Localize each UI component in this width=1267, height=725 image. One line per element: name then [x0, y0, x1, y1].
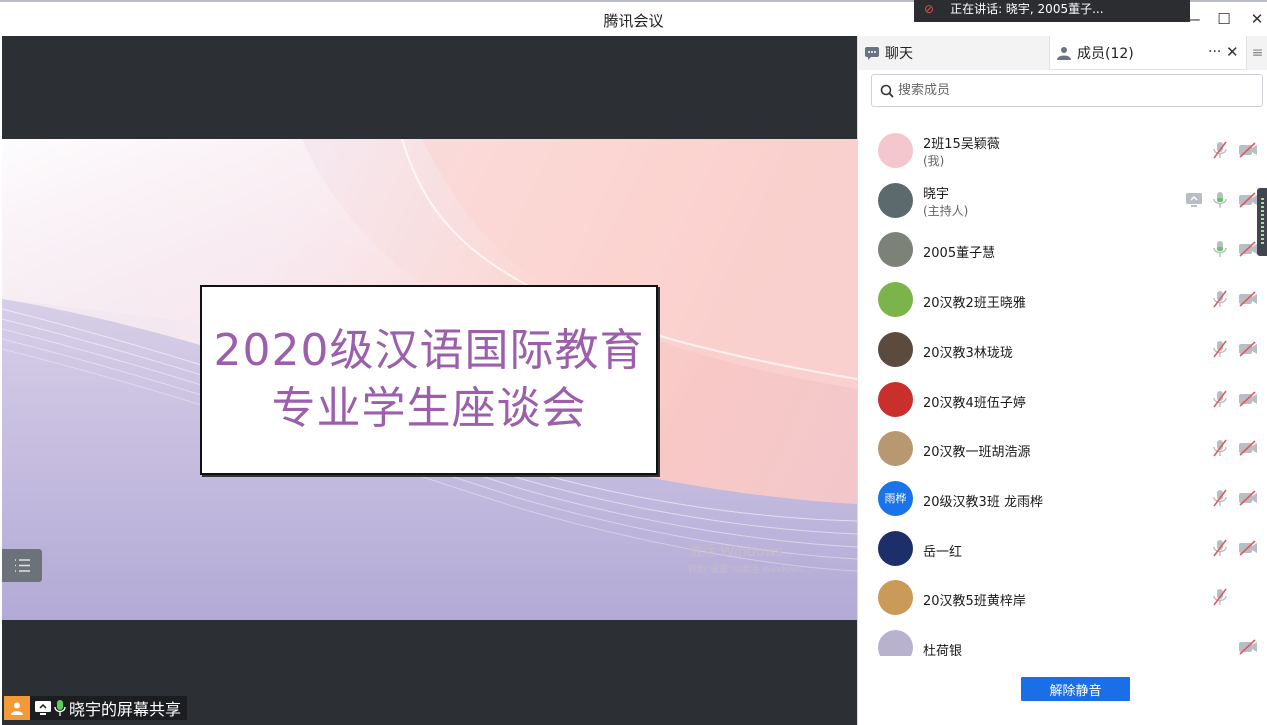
- slide-title-line-1: 2020级汉语国际教育: [213, 325, 645, 376]
- chat-bubble-icon: [865, 47, 879, 60]
- audio-level-meter: [1257, 188, 1267, 256]
- member-row[interactable]: 雨桦 20级汉教3班 龙雨桦: [858, 474, 1267, 524]
- panel-menu-button[interactable]: ≡: [1246, 36, 1267, 70]
- member-name: 20级汉教3班 龙雨桦: [923, 494, 1043, 510]
- camera-off-icon[interactable]: [1238, 239, 1258, 259]
- mic-muted-icon[interactable]: [1210, 339, 1230, 359]
- member-row[interactable]: 20汉教4班伍子婷: [858, 375, 1267, 425]
- member-row[interactable]: 岳一红: [858, 524, 1267, 574]
- screen-share-label: 晓宇的屏幕共享: [4, 696, 188, 720]
- watermark-subtitle: 转到"设置"以激活 Windows。: [688, 565, 812, 575]
- mic-muted-icon[interactable]: [1210, 488, 1230, 508]
- member-avatar: [878, 580, 913, 616]
- tab-chat-label: 聊天: [885, 46, 913, 62]
- watermark-title: 激活 Windows: [688, 544, 783, 560]
- speaking-indicator: ⊘ 正在讲话: 晓宇, 2005董子...: [914, 0, 1190, 22]
- side-panel: 聊天 成员(12) ··· ✕ ≡ 2班15吴颖薇 (我) 晓宇(主持人) 2005董…: [857, 36, 1267, 725]
- mic-muted-icon[interactable]: [1210, 587, 1230, 607]
- member-avatar: [878, 182, 913, 218]
- member-avatar: [878, 133, 913, 168]
- mic-muted-icon[interactable]: [1210, 140, 1230, 160]
- camera-off-icon[interactable]: [1238, 339, 1258, 359]
- speaking-text: 正在讲话: 晓宇, 2005董子...: [950, 2, 1104, 16]
- mic-active-icon: [54, 700, 66, 716]
- member-name: 杜荷银: [923, 644, 963, 656]
- screen-share-icon: [35, 701, 51, 715]
- member-row[interactable]: 晓宇 (主持人): [858, 176, 1267, 226]
- slide-title-line-2: 专业学生座谈会: [271, 383, 587, 434]
- member-name: 20汉教一班胡浩源: [923, 445, 1031, 461]
- mic-icon[interactable]: [1210, 190, 1230, 210]
- minimize-button[interactable]: —: [1180, 10, 1206, 28]
- member-avatar: [878, 282, 913, 318]
- close-button[interactable]: ✕: [1244, 10, 1267, 28]
- member-avatar: [878, 530, 913, 566]
- member-avatar: [878, 381, 913, 417]
- camera-off-icon[interactable]: [1238, 190, 1258, 210]
- member-role: (我): [923, 154, 945, 168]
- member-search-input[interactable]: [898, 83, 1238, 98]
- mic-muted-icon[interactable]: [1210, 389, 1230, 409]
- list-icon: [15, 559, 30, 572]
- member-name: 2班15吴颖薇: [923, 137, 1000, 152]
- member-avatar: [878, 232, 913, 268]
- camera-off-icon[interactable]: [1238, 538, 1258, 558]
- member-role: (主持人): [923, 203, 969, 218]
- member-search-box[interactable]: [871, 74, 1263, 107]
- camera-off-icon[interactable]: [1238, 140, 1258, 160]
- member-avatar: 雨桦: [878, 480, 913, 516]
- member-row[interactable]: 20汉教5班黄梓岸: [858, 573, 1267, 623]
- tab-members-label: 成员(12): [1077, 46, 1134, 62]
- member-name: 岳一红: [923, 544, 963, 560]
- member-name: 20汉教5班黄梓岸: [923, 594, 1026, 610]
- camera-off-icon[interactable]: [1238, 389, 1258, 409]
- camera-off-icon[interactable]: [1238, 637, 1258, 656]
- member-row[interactable]: 20汉教一班胡浩源: [858, 424, 1267, 474]
- member-row[interactable]: 20汉教2班王晓雅: [858, 275, 1267, 325]
- slide-title-box: 2020级汉语国际教育 专业学生座谈会: [200, 285, 658, 475]
- member-row[interactable]: 2005董子慧: [858, 225, 1267, 275]
- member-name: 晓宇: [923, 186, 950, 202]
- more-options-button[interactable]: ···: [1208, 44, 1221, 60]
- mic-icon[interactable]: [1210, 239, 1230, 259]
- mic-muted-icon[interactable]: [1210, 438, 1230, 458]
- close-panel-button[interactable]: ✕: [1226, 43, 1239, 61]
- maximize-button[interactable]: ☐: [1211, 10, 1237, 28]
- members-icon: [1057, 47, 1071, 60]
- share-owner-text: 晓宇的屏幕共享: [69, 700, 182, 719]
- title-bar: 腾讯会议 ⊘ 正在讲话: 晓宇, 2005董子... — ☐ ✕: [0, 0, 1267, 36]
- panel-tabs: 聊天 成员(12) ··· ✕ ≡: [858, 36, 1267, 70]
- tab-chat[interactable]: 聊天: [858, 36, 1050, 70]
- shared-slide: 2020级汉语国际教育 专业学生座谈会 激活 Windows 转到"设置"以激活…: [2, 139, 857, 620]
- member-name: 20汉教2班王晓雅: [923, 296, 1026, 312]
- member-avatar: [878, 431, 913, 467]
- search-icon: [880, 84, 894, 98]
- member-avatar: [878, 331, 913, 367]
- member-row[interactable]: 杜荷银: [858, 623, 1267, 656]
- member-row[interactable]: 20汉教3林珑珑: [858, 325, 1267, 375]
- camera-off-icon[interactable]: [1238, 438, 1258, 458]
- screen-share-stage: 2020级汉语国际教育 专业学生座谈会 激活 Windows 转到"设置"以激活…: [2, 36, 857, 725]
- meeting-window: 腾讯会议 ⊘ 正在讲话: 晓宇, 2005董子... — ☐ ✕ 2020级汉语…: [0, 0, 1267, 725]
- member-avatar: [878, 630, 913, 656]
- mic-muted-icon: ⊘: [924, 2, 935, 16]
- camera-off-icon[interactable]: [1238, 289, 1258, 309]
- user-icon: [4, 696, 30, 720]
- member-list: 2班15吴颖薇 (我) 晓宇 (主持人) 2005董子慧 20汉教2班王晓雅 20汉教3林珑…: [858, 126, 1267, 656]
- mic-muted-icon[interactable]: [1210, 289, 1230, 309]
- camera-off-icon[interactable]: [1238, 488, 1258, 508]
- member-name: 2005董子慧: [923, 246, 996, 262]
- member-name: 20汉教3林珑珑: [923, 345, 1013, 361]
- member-row[interactable]: 2班15吴颖薇 (我): [858, 126, 1267, 176]
- screen-share-icon: [1184, 190, 1204, 210]
- windows-activation-watermark: 激活 Windows 转到"设置"以激活 Windows。: [688, 541, 811, 575]
- mic-muted-icon[interactable]: [1210, 538, 1230, 558]
- unmute-button[interactable]: 解除静音: [1021, 677, 1130, 701]
- member-name: 20汉教4班伍子婷: [923, 395, 1026, 411]
- list-toggle-button[interactable]: [2, 549, 42, 582]
